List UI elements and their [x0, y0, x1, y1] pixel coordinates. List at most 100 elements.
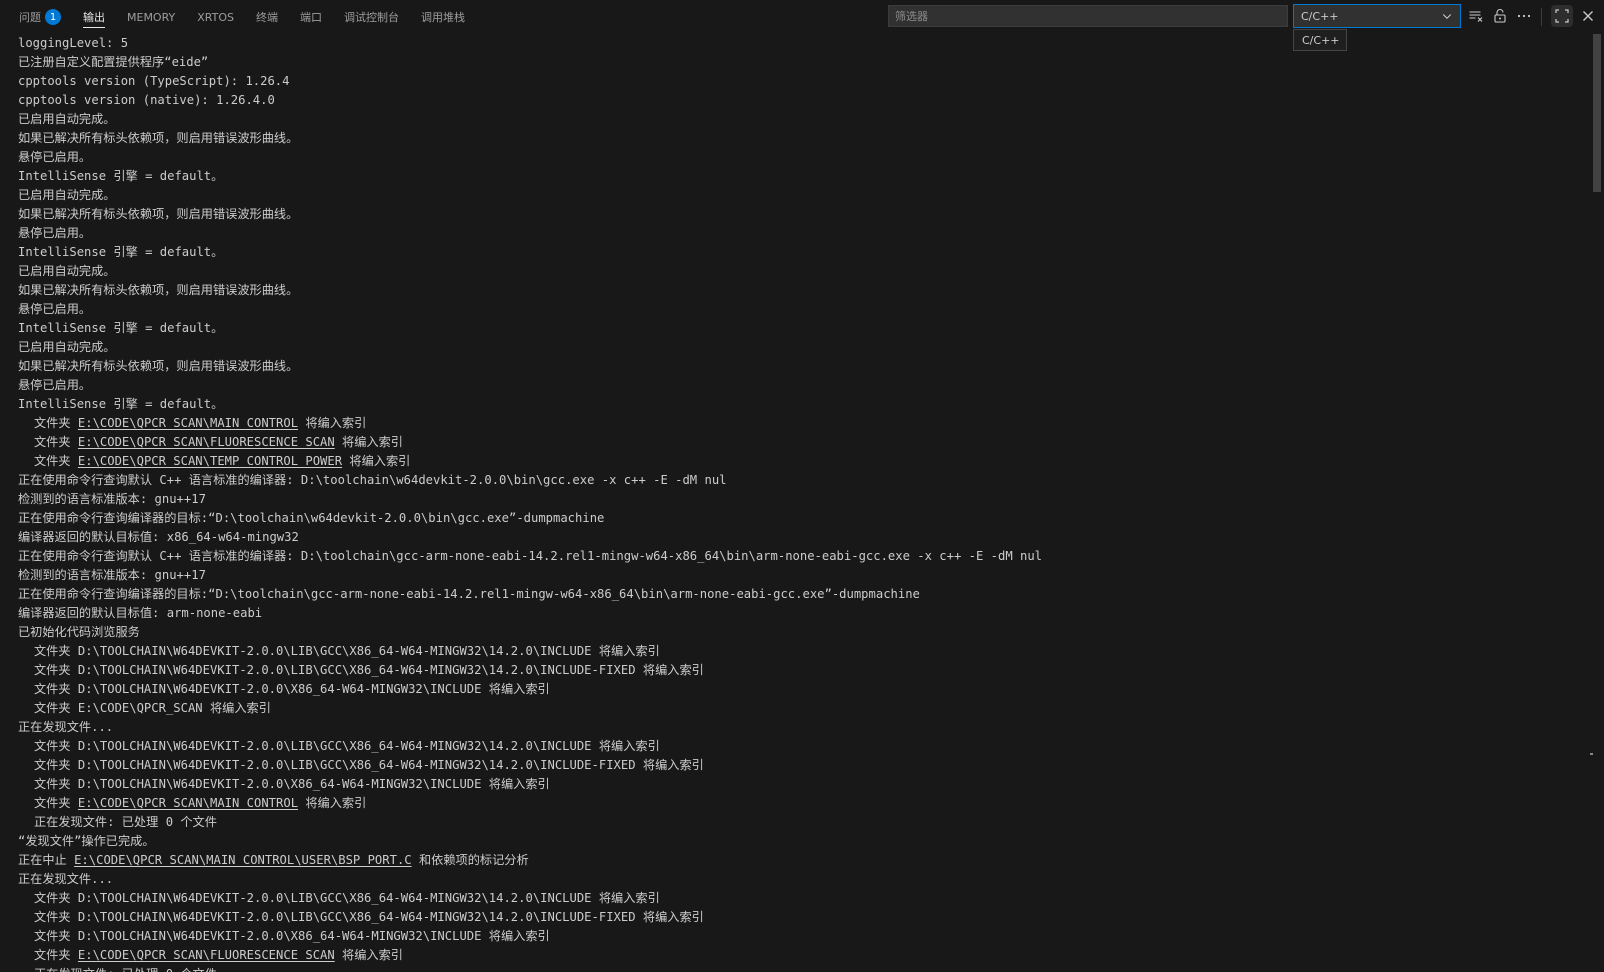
clear-output-button[interactable] — [1468, 8, 1484, 24]
path-link[interactable]: E:\CODE\QPCR_SCAN\MAIN_CONTROL — [78, 416, 298, 430]
output-line-text: 将编入索引 — [334, 948, 403, 962]
problems-count-badge: 1 — [45, 9, 61, 25]
output-line: 正在发现文件: 已处理 0 个文件 — [0, 965, 1590, 972]
output-line: 文件夹 E:\CODE\QPCR_SCAN\MAIN_CONTROL 将编入索引 — [0, 794, 1590, 813]
output-line: 文件夹 D:\TOOLCHAIN\W64DEVKIT-2.0.0\LIB\GCC… — [34, 891, 660, 905]
output-line: 文件夹 E:\CODE\QPCR_SCAN\FLUORESCENCE_SCAN … — [0, 946, 1590, 965]
lock-scroll-icon — [1494, 9, 1506, 23]
output-line: 已注册自定义配置提供程序“eide” — [18, 55, 209, 69]
maximize-panel-icon — [1555, 9, 1569, 23]
output-line: 文件夹 D:\TOOLCHAIN\W64DEVKIT-2.0.0\X86_64-… — [34, 929, 550, 943]
output-log[interactable]: loggingLevel: 5 已注册自定义配置提供程序“eide” cpptool… — [0, 34, 1590, 972]
output-line: cpptools version (native): 1.26.4.0 — [18, 93, 275, 107]
output-line: 编译器返回的默认目标值: x86_64-w64-mingw32 — [18, 530, 299, 544]
close-panel-button[interactable] — [1580, 8, 1596, 24]
output-line-text: 文件夹 — [34, 796, 78, 810]
path-link[interactable]: E:\CODE\QPCR_SCAN\FLUORESCENCE_SCAN — [78, 948, 335, 962]
output-line: 悬停已启用。 — [18, 226, 92, 240]
tab-problems[interactable]: 问题 1 — [8, 0, 72, 34]
tab-ports[interactable]: 端口 — [289, 0, 333, 34]
tab-label: 问题 — [19, 11, 41, 24]
output-line: 文件夹 E:\CODE\QPCR_SCAN 将编入索引 — [34, 701, 271, 715]
output-line: IntelliSense 引擎 = default。 — [18, 169, 224, 183]
tab-label: XRTOS — [197, 10, 234, 24]
output-line: IntelliSense 引擎 = default。 — [18, 321, 224, 335]
output-line: 悬停已启用。 — [18, 150, 92, 164]
selected-channel: C/C++ — [1301, 9, 1339, 23]
output-line: IntelliSense 引擎 = default。 — [18, 397, 224, 411]
output-line: 文件夹 D:\TOOLCHAIN\W64DEVKIT-2.0.0\LIB\GCC… — [34, 663, 704, 677]
output-line: loggingLevel: 5 — [18, 36, 129, 50]
output-line: 文件夹 D:\TOOLCHAIN\W64DEVKIT-2.0.0\X86_64-… — [34, 682, 550, 696]
tab-debug-console[interactable]: 调试控制台 — [333, 0, 410, 34]
maximize-panel-button[interactable] — [1551, 5, 1573, 27]
output-line: 已初始化代码浏览服务 — [18, 625, 140, 639]
output-line: 文件夹 E:\CODE\QPCR_SCAN\FLUORESCENCE_SCAN … — [0, 433, 1590, 452]
path-link[interactable]: E:\CODE\QPCR_SCAN\MAIN_CONTROL — [78, 796, 298, 810]
tab-label: 端口 — [300, 11, 322, 24]
output-line-text: 文件夹 — [34, 948, 78, 962]
output-line: 已启用自动完成。 — [18, 112, 116, 126]
output-channel-select[interactable]: C/C++ — [1293, 4, 1461, 28]
tab-terminal[interactable]: 终端 — [245, 0, 289, 34]
tab-memory[interactable]: MEMORY — [116, 0, 186, 34]
output-line: 悬停已启用。 — [18, 378, 92, 392]
output-line: 如果已解决所有标头依赖项，则启用错误波形曲线。 — [18, 359, 299, 373]
output-line-text: 将编入索引 — [298, 796, 367, 810]
output-line: 悬停已启用。 — [18, 302, 92, 316]
output-line: 文件夹 E:\CODE\QPCR_SCAN\TEMP_CONTROL_POWER… — [0, 452, 1590, 471]
tab-label: 输出 — [83, 11, 105, 24]
output-line: 检测到的语言标准版本: gnu++17 — [18, 568, 206, 582]
output-line: 如果已解决所有标头依赖项，则启用错误波形曲线。 — [18, 283, 299, 297]
output-line: 正在使用命令行查询编译器的目标:“D:\toolchain\gcc-arm-no… — [18, 587, 920, 601]
output-line: 已启用自动完成。 — [18, 188, 116, 202]
path-link[interactable]: E:\CODE\QPCR_SCAN\TEMP_CONTROL_POWER — [78, 454, 342, 468]
output-line: 文件夹 D:\TOOLCHAIN\W64DEVKIT-2.0.0\LIB\GCC… — [34, 739, 660, 753]
chevron-down-icon — [1442, 14, 1452, 19]
lock-scroll-button[interactable] — [1492, 8, 1508, 24]
filter-input[interactable] — [888, 5, 1288, 27]
output-line: 文件夹 D:\TOOLCHAIN\W64DEVKIT-2.0.0\LIB\GCC… — [34, 644, 660, 658]
output-line-text: 和依赖项的标记分析 — [411, 853, 529, 867]
output-line: 文件夹 D:\TOOLCHAIN\W64DEVKIT-2.0.0\X86_64-… — [34, 777, 550, 791]
output-line: 编译器返回的默认目标值: arm-none-eabi — [18, 606, 263, 620]
output-line: 已启用自动完成。 — [18, 264, 116, 278]
output-line: 正在使用命令行查询默认 C++ 语言标准的编译器: D:\toolchain\w… — [18, 473, 727, 487]
tab-output[interactable]: 输出 — [72, 0, 116, 34]
output-line: cpptools version (TypeScript): 1.26.4 — [18, 74, 290, 88]
tab-xrtos[interactable]: XRTOS — [186, 0, 245, 34]
scrollbar-marker — [1590, 753, 1593, 755]
output-line-text: 将编入索引 — [342, 454, 411, 468]
output-line-text: 将编入索引 — [298, 416, 367, 430]
panel-header: 问题 1 输出 MEMORY XRTOS 终端 端口 调试控制台 调用堆栈 C/… — [0, 0, 1604, 51]
path-link[interactable]: E:\CODE\QPCR_SCAN\FLUORESCENCE_SCAN — [78, 435, 335, 449]
output-line: 正在发现文件: 已处理 0 个文件 — [34, 815, 217, 829]
panel-tabs: 问题 1 输出 MEMORY XRTOS 终端 端口 调试控制台 调用堆栈 — [8, 0, 476, 34]
output-line: 正在使用命令行查询编译器的目标:“D:\toolchain\w64devkit-… — [18, 511, 605, 525]
vertical-scrollbar[interactable] — [1590, 34, 1604, 972]
scrollbar-thumb[interactable] — [1593, 34, 1601, 192]
close-icon — [1583, 11, 1593, 21]
output-line: 检测到的语言标准版本: gnu++17 — [18, 492, 206, 506]
output-line-text: 正在中止 — [18, 853, 75, 867]
output-line: 正在发现文件... — [18, 872, 114, 886]
output-line: 正在发现文件... — [18, 720, 114, 734]
output-line: 如果已解决所有标头依赖项，则启用错误波形曲线。 — [18, 207, 299, 221]
tab-label: 调试控制台 — [344, 11, 399, 24]
output-line-text: 文件夹 — [34, 416, 78, 430]
more-actions-icon — [1517, 14, 1531, 18]
output-line: IntelliSense 引擎 = default。 — [18, 245, 224, 259]
tab-label: 调用堆栈 — [421, 11, 465, 24]
output-line: 正在中止 E:\CODE\QPCR_SCAN\MAIN_CONTROL\USER… — [0, 851, 1590, 870]
clear-output-icon — [1469, 11, 1483, 22]
output-line: 正在使用命令行查询默认 C++ 语言标准的编译器: D:\toolchain\g… — [18, 549, 1043, 563]
more-actions-button[interactable] — [1516, 8, 1532, 24]
output-line: 文件夹 D:\TOOLCHAIN\W64DEVKIT-2.0.0\LIB\GCC… — [34, 910, 704, 924]
output-line-text: 文件夹 — [34, 454, 78, 468]
output-line: 如果已解决所有标头依赖项，则启用错误波形曲线。 — [18, 131, 299, 145]
output-line: “发现文件”操作已完成。 — [18, 834, 155, 848]
tab-call-stack[interactable]: 调用堆栈 — [410, 0, 476, 34]
output-line-text: 文件夹 — [34, 435, 78, 449]
tab-label: 终端 — [256, 11, 278, 24]
path-link[interactable]: E:\CODE\QPCR_SCAN\MAIN_CONTROL\USER\BSP_… — [74, 853, 412, 867]
